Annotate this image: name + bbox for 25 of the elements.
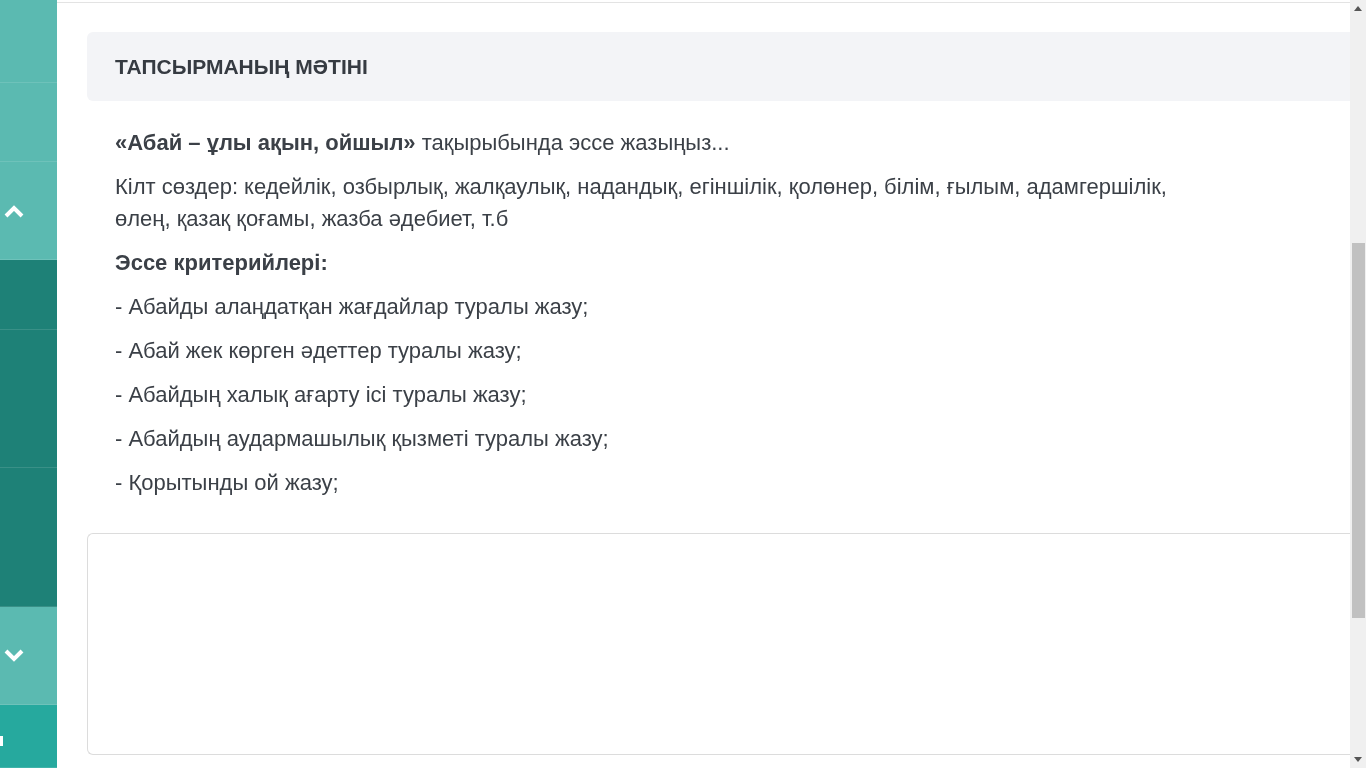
- task-text: Кілт сөздер: кедейлік, озбырлық, жалқаулық, надандық, егіншілік, қолөнер, білім, ғылым, адамгершілік, өлең, қазақ қоғамы, жазба әдебиет, т.б: [115, 173, 1168, 233]
- scrollbar-thumb[interactable]: [1352, 243, 1365, 618]
- task-text: - Қорытынды ой жазу;: [115, 469, 340, 497]
- task-text: - Абайды алаңдатқан жағдайлар туралы жазу;: [115, 293, 590, 321]
- task-text: - Абайдың халық ағарту ісі туралы жазу;: [115, 381, 528, 409]
- task-text: - Абай жек көрген әдеттер туралы жазу;: [115, 337, 523, 365]
- scroll-up-arrow-icon[interactable]: [1354, 6, 1362, 11]
- sidebar-item[interactable]: [0, 330, 57, 468]
- task-text: «Абай – ұлы ақын, ойшыл» тақырыбында эссе жазыңыз...: [115, 129, 731, 157]
- sidebar-item[interactable]: [0, 260, 57, 330]
- sidebar-item[interactable]: [0, 705, 57, 768]
- sidebar-item[interactable]: [0, 0, 57, 83]
- section-title: ТАПСЫРМАНЫҢ МӘТІНІ: [115, 54, 368, 79]
- sidebar-item[interactable]: [0, 468, 57, 607]
- chevron-up-icon: [3, 203, 24, 218]
- task-text: - Абайдың аудармашылық қызметі туралы жазу;: [115, 425, 610, 453]
- criteria-heading: Эссе критерийлері:: [115, 249, 329, 277]
- cursor-mark: [0, 736, 3, 746]
- answer-field[interactable]: [87, 533, 1350, 755]
- scroll-down-button[interactable]: [0, 607, 57, 705]
- chevron-down-icon: [3, 648, 24, 663]
- sidebar-item[interactable]: [0, 83, 57, 162]
- scroll-down-arrow-icon[interactable]: [1354, 757, 1362, 762]
- scroll-up-button[interactable]: [0, 162, 57, 260]
- scrollbar[interactable]: [1350, 0, 1366, 768]
